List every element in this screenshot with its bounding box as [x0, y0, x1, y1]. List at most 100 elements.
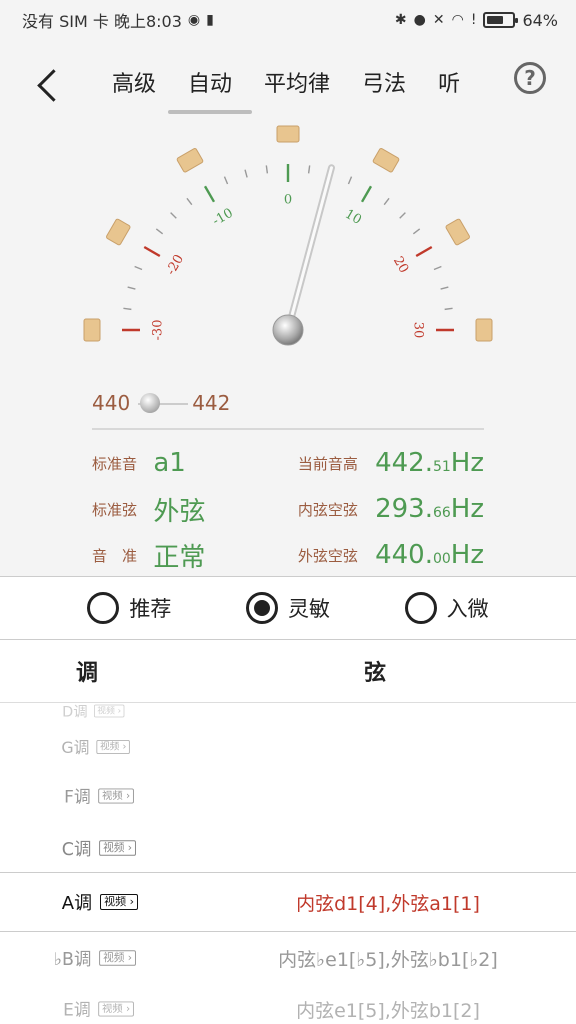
divider: [92, 428, 484, 430]
reference-slider[interactable]: [138, 388, 189, 418]
alert-icon: ▮: [206, 12, 214, 28]
sim-alert-icon: !: [470, 12, 477, 28]
std-pitch-value: a1: [153, 448, 186, 478]
inner-open-unit: Hz: [450, 494, 484, 524]
table-row[interactable]: G调 视频 ›: [0, 730, 576, 764]
dial-minor-tick: [399, 212, 406, 219]
table-row[interactable]: F调 视频 ›: [0, 772, 576, 820]
help-icon[interactable]: ?: [514, 62, 546, 94]
mic-icon: ●: [413, 12, 426, 28]
row-strings: 内弦♭e1[♭5],外弦♭b1[♭2]: [278, 948, 498, 971]
dial-scale-label: -10: [210, 206, 236, 229]
key-name: E调: [63, 1000, 91, 1021]
wifi-icon: ◠: [451, 12, 464, 28]
std-string-label: 标准弦: [92, 500, 138, 519]
radio-icon[interactable]: [404, 592, 437, 624]
dial-marker-block: [475, 318, 493, 342]
dial-marker-block: [176, 148, 204, 173]
table-header: 调 弦: [0, 640, 576, 703]
wechat-icon: ◉: [187, 12, 201, 28]
table-row[interactable]: C调 视频 ›: [0, 824, 576, 872]
row-key: C调 视频 ›: [2, 835, 138, 860]
dial-minor-tick: [223, 176, 229, 185]
video-link-button[interactable]: 视频 ›: [98, 788, 134, 804]
info-row: 标准音 a1 当前音高 442.51Hz: [92, 440, 484, 486]
table-row[interactable]: E调 视频 › 内弦e1[5],外弦b1[2]: [0, 984, 576, 1024]
row-key: E调 视频 ›: [4, 997, 136, 1021]
mode-label: 推荐: [129, 597, 172, 621]
std-pitch-label: 标准音: [92, 454, 138, 473]
back-icon[interactable]: [36, 68, 58, 102]
mute-bell-icon: ✕: [432, 12, 445, 28]
radio-icon[interactable]: [87, 592, 120, 624]
table-row[interactable]: ♭B调 视频 › 内弦♭e1[♭5],外弦♭b1[♭2]: [0, 932, 576, 984]
tab-0[interactable]: 高级: [96, 66, 172, 114]
reference-min: 440: [92, 391, 131, 415]
std-string-value: 外弦: [153, 496, 206, 527]
dial-minor-tick: [440, 286, 449, 290]
mode-option-2[interactable]: 入微: [404, 592, 489, 624]
row-key: G调 视频 ›: [8, 736, 131, 759]
dial-scale-label: 20: [390, 254, 411, 276]
header-string: 弦: [363, 661, 386, 686]
mode-option-1[interactable]: 灵敏: [245, 592, 330, 624]
dial-minor-tick: [170, 212, 177, 219]
current-pitch-label: 当前音高: [297, 454, 358, 473]
row-key: ♭B调 视频 ›: [2, 945, 138, 970]
current-pitch-unit: Hz: [450, 448, 484, 478]
battery-percent: 64%: [522, 10, 558, 30]
video-link-button[interactable]: 视频 ›: [99, 950, 136, 966]
dial-scale-label: 10: [342, 207, 364, 228]
dial-minor-tick: [127, 286, 136, 290]
tab-3[interactable]: 弓法: [346, 66, 422, 114]
key-name: D调: [62, 703, 88, 721]
radio-icon[interactable]: [245, 592, 278, 624]
table-row[interactable]: A调 视频 › 内弦d1[4],外弦a1[1]: [0, 872, 576, 932]
inner-open-dec: 66: [432, 505, 451, 521]
slider-knob[interactable]: [140, 393, 161, 413]
dial-minor-tick: [412, 228, 421, 235]
video-link-button[interactable]: 视频 ›: [100, 894, 138, 910]
tab-2[interactable]: 平均律: [248, 66, 346, 114]
table-row[interactable]: D调 视频 ›: [0, 696, 576, 726]
row-strings: 内弦d1[4],外弦a1[1]: [296, 892, 480, 915]
pitch-info: 标准音 a1 当前音高 442.51Hz 标准弦 外弦 内弦空弦 293.66H…: [92, 440, 484, 578]
tuner-dial: -30 -20 -10 0 10 20 30: [0, 118, 576, 380]
dial-minor-tick: [383, 197, 390, 206]
needle-pivot: [272, 314, 304, 346]
key-name: G调: [61, 739, 90, 758]
key-name: A调: [61, 893, 93, 914]
sensitivity-mode-panel: 推荐 灵敏 入微: [0, 576, 576, 640]
dial-marker-block: [445, 218, 470, 246]
dial-minor-tick: [307, 165, 311, 174]
dial-marker-block: [83, 318, 101, 342]
video-link-button[interactable]: 视频 ›: [99, 840, 136, 856]
row-key: A调 视频 ›: [0, 889, 140, 915]
current-pitch-value: 442.51Hz: [375, 448, 484, 478]
row-strings: 内弦e1[5],外弦b1[2]: [296, 999, 480, 1022]
dial-marker-block: [106, 218, 131, 246]
bluetooth-icon: ✱: [394, 12, 407, 28]
info-row: 标准弦 外弦 内弦空弦 293.66Hz: [92, 486, 484, 532]
row-key: D调 视频 ›: [14, 701, 126, 722]
key-name: F调: [64, 787, 91, 808]
outer-open-value: 440.00Hz: [375, 540, 484, 570]
tab-1[interactable]: 自动: [168, 66, 253, 114]
key-name: ♭B调: [53, 949, 92, 970]
tuner-gauge: -30 -20 -10 0 10 20 30: [83, 125, 493, 346]
video-link-button[interactable]: 视频 ›: [98, 1001, 134, 1017]
tab-4[interactable]: 听: [422, 66, 476, 114]
inner-open-value: 293.66Hz: [375, 494, 484, 524]
outer-open-label: 外弦空弦: [297, 546, 358, 565]
outer-open-unit: Hz: [450, 540, 484, 570]
video-link-button[interactable]: 视频 ›: [96, 739, 130, 755]
dial-minor-tick: [155, 228, 164, 235]
mode-option-0[interactable]: 推荐: [87, 592, 171, 624]
dial-marker-block: [276, 125, 300, 143]
status-bar: 没有 SIM 卡 晚上8:03 ◉ ▮ ✱ ● ✕ ◠ ! 64%: [0, 0, 576, 40]
inner-open-int: 293.: [375, 494, 433, 524]
dial-marker-block: [372, 148, 400, 173]
dial-minor-tick: [433, 265, 442, 271]
battery-icon: [483, 12, 519, 28]
video-link-button[interactable]: 视频 ›: [94, 704, 125, 718]
